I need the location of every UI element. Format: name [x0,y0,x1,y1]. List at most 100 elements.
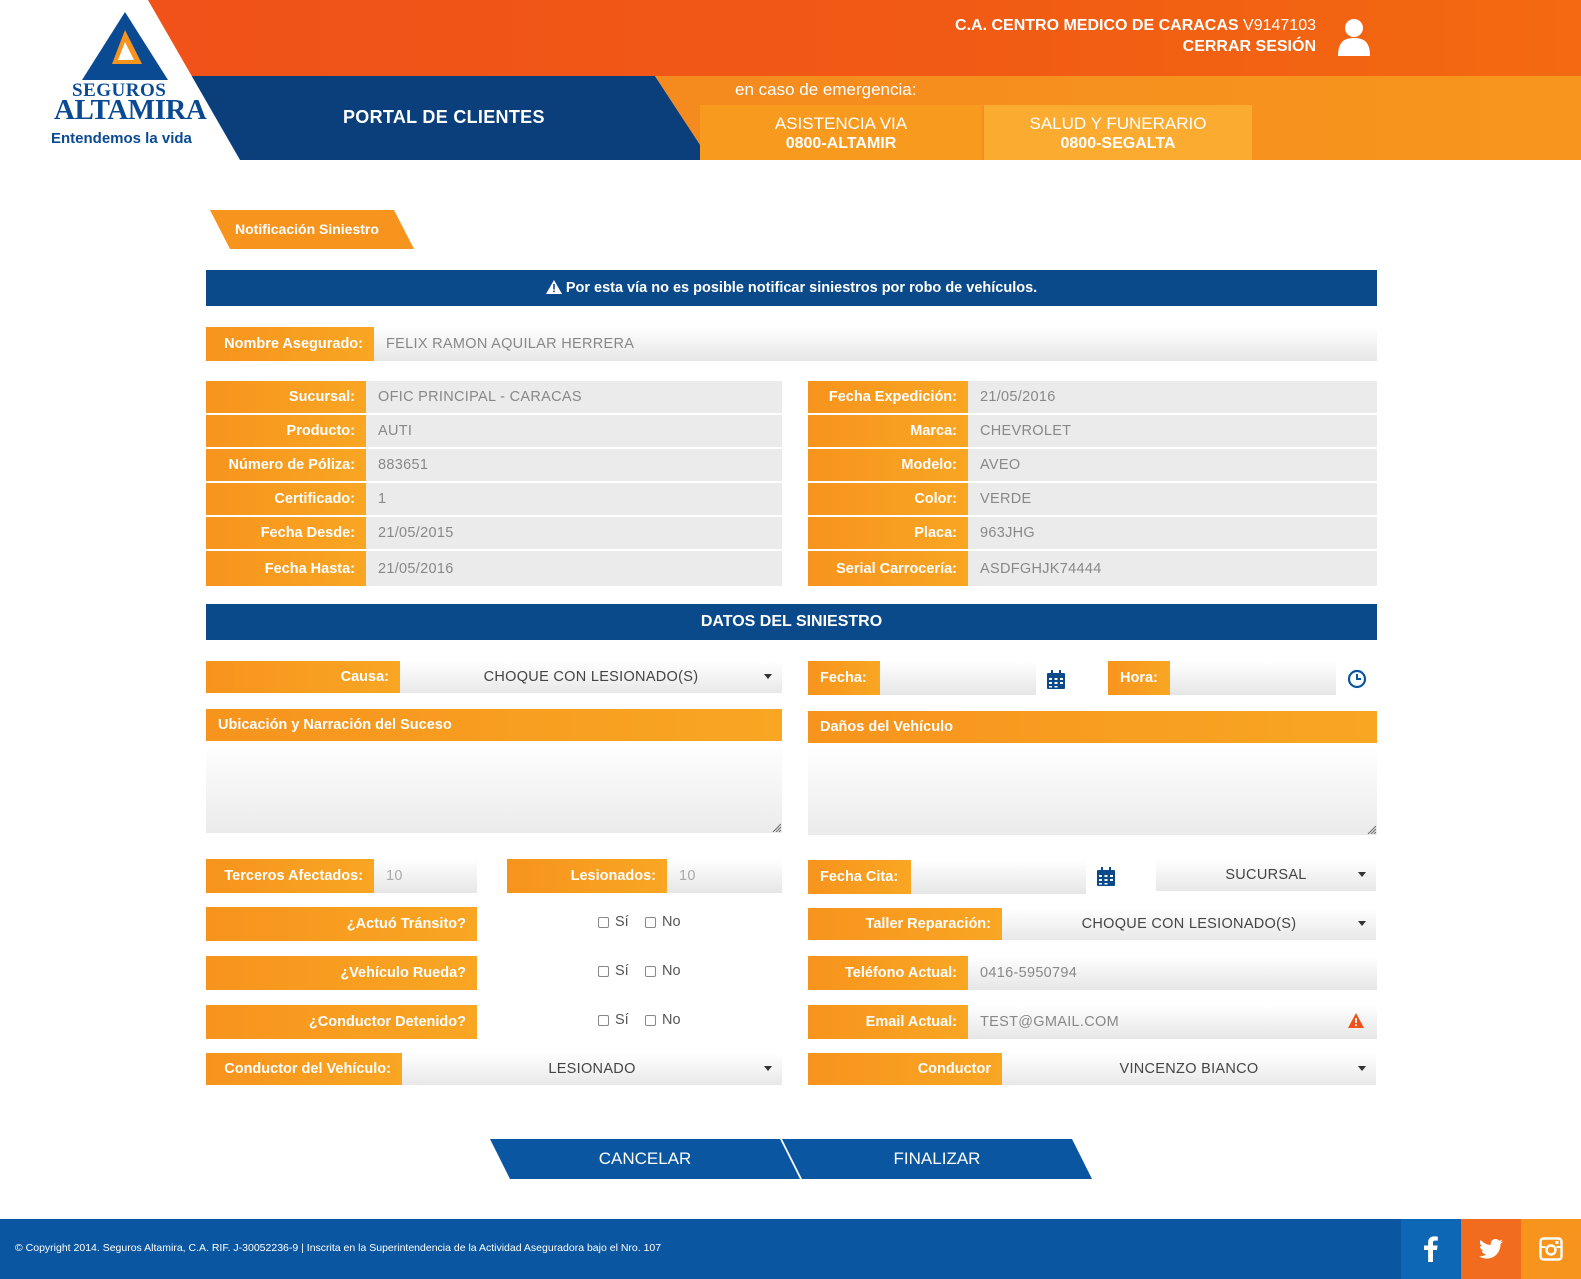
detenido-field: ¿Conductor Detenido? [206,1005,477,1039]
alert-icon [1348,1013,1364,1028]
emergency-name: ASISTENCIA VIA [774,114,908,133]
finish-button[interactable]: FINALIZAR [782,1139,1092,1179]
rueda-label: ¿Vehículo Rueda? [206,956,477,990]
fecha-cita-field: Fecha Cita: [808,860,1086,894]
danos-textarea[interactable] [808,743,1377,835]
hora-field: Hora: [1108,661,1336,695]
vehicle-row: Placa: 963JHG [808,517,1377,551]
copyright-text: © Copyright 2014. Seguros Altamira, C.A.… [15,1242,662,1254]
lesionados-input[interactable]: 10 [667,859,782,893]
chevron-down-icon [764,1066,772,1071]
policy-row: Producto: AUTI [206,415,782,449]
vehicle-row: Fecha Expedición: 21/05/2016 [808,381,1377,415]
rueda-no-checkbox[interactable]: No [645,963,681,979]
user-icon[interactable] [1338,18,1370,56]
causa-select[interactable]: CHOQUE CON LESIONADO(S) [400,661,782,693]
terceros-label: Terceros Afectados: [206,859,374,893]
section-title-datos-siniestro: DATOS DEL SINIESTRO [206,604,1377,640]
detenido-si-checkbox[interactable]: Sí [598,1012,629,1028]
calendar-icon[interactable] [1095,866,1117,888]
chevron-down-icon [1358,1066,1366,1071]
chevron-down-icon [764,674,772,679]
vehicle-value: VERDE [968,483,1377,515]
logout-link[interactable]: CERRAR SESIÓN [1183,38,1316,56]
logo-altamira-text: ALTAMIRA [54,94,207,126]
logo-tagline: Entendemos la vida [51,130,192,147]
checkbox-box[interactable] [598,965,609,977]
policy-value: 21/05/2015 [366,517,782,549]
causa-label: Causa: [206,661,400,693]
telefono-input[interactable]: 0416-5950794 [968,956,1377,990]
transito-field: ¿Actuó Tránsito? [206,907,477,941]
sucursal-select[interactable]: SUCURSAL [1156,859,1376,891]
policy-row: Número de Póliza: 883651 [206,449,782,483]
policy-row: Fecha Desde: 21/05/2015 [206,517,782,551]
warning-icon [545,280,562,294]
policy-label: Producto: [206,415,366,447]
terceros-input[interactable]: 10 [374,859,477,893]
conductor-field: Conductor VINCENZO BIANCO [808,1053,1376,1085]
tab-notificacion-siniestro[interactable]: Notificación Siniestro [210,210,414,249]
policy-value: AUTI [366,415,782,447]
twitter-link[interactable] [1461,1219,1521,1279]
twitter-icon [1479,1239,1503,1259]
clock-icon[interactable] [1346,668,1368,690]
footer: © Copyright 2014. Seguros Altamira, C.A.… [0,1219,1581,1279]
detenido-no-checkbox[interactable]: No [645,1012,681,1028]
rueda-si-checkbox[interactable]: Sí [598,963,629,979]
vehicle-value: CHEVROLET [968,415,1377,447]
hora-input[interactable] [1170,661,1336,695]
instagram-link[interactable] [1521,1219,1581,1279]
danos-label: Daños del Vehículo [808,711,1377,743]
policy-row: Fecha Hasta: 21/05/2016 [206,551,782,586]
checkbox-label: Sí [615,914,629,930]
policy-value: OFIC PRINCIPAL - CARACAS [366,381,782,413]
policy-label: Fecha Desde: [206,517,366,549]
emergency-label: en caso de emergencia: [735,80,917,99]
portal-title: PORTAL DE CLIENTES [343,107,545,127]
telefono-label: Teléfono Actual: [808,956,968,990]
taller-label: Taller Reparación: [808,908,1002,940]
vehicle-row: Serial Carrocería: ASDFGHJK74444 [808,551,1377,586]
cancel-button[interactable]: CANCELAR [490,1139,800,1179]
company-name: C.A. CENTRO MEDICO DE CARACAS V9147103 [955,17,1316,35]
terceros-field: Terceros Afectados: 10 [206,859,477,893]
emergency-asistencia-via[interactable]: ASISTENCIA VIA 0800-ALTAMIR [700,105,982,160]
emergency-salud-funerario[interactable]: SALUD Y FUNERARIO 0800-SEGALTA [984,105,1252,160]
emergency-name: SALUD Y FUNERARIO [1029,114,1207,133]
fecha-label: Fecha: [808,661,880,695]
checkbox-box[interactable] [645,1014,656,1026]
emergency-phone: 0800-SEGALTA [1060,135,1176,152]
email-input[interactable]: TEST@GMAIL.COM [968,1005,1377,1039]
hora-label: Hora: [1108,661,1170,695]
sucursal-select-box[interactable]: SUCURSAL [1156,859,1376,891]
checkbox-box[interactable] [598,916,609,928]
fecha-input[interactable] [880,661,1036,695]
vehicle-value: AVEO [968,449,1377,481]
vehicle-row: Marca: CHEVROLET [808,415,1377,449]
policy-row: Sucursal: OFIC PRINCIPAL - CARACAS [206,381,782,415]
calendar-icon[interactable] [1045,669,1067,691]
checkbox-label: No [662,1012,681,1028]
transito-no-checkbox[interactable]: No [645,914,681,930]
ubicacion-textarea[interactable] [206,741,782,833]
checkbox-box[interactable] [598,1014,609,1026]
taller-select-value: CHOQUE CON LESIONADO(S) [1081,916,1297,932]
taller-select[interactable]: CHOQUE CON LESIONADO(S) [1002,908,1376,940]
conductor-vehiculo-select[interactable]: LESIONADO [402,1053,782,1085]
conductor-select[interactable]: VINCENZO BIANCO [1002,1053,1376,1085]
facebook-link[interactable] [1401,1219,1461,1279]
fecha-field: Fecha: [808,661,1036,695]
warning-bar: Por esta vía no es posible notificar sin… [206,270,1377,306]
emergency-phone: 0800-ALTAMIR [785,135,897,152]
company-name-text: C.A. CENTRO MEDICO DE CARACAS [955,17,1239,34]
checkbox-box[interactable] [645,965,656,977]
facebook-icon [1424,1236,1438,1262]
logo-triangle-icon [82,12,168,80]
transito-si-checkbox[interactable]: Sí [598,914,629,930]
fecha-cita-input[interactable] [911,860,1086,894]
resize-handle-icon[interactable] [772,823,781,832]
company-rif: V9147103 [1243,17,1316,34]
checkbox-box[interactable] [645,916,656,928]
resize-handle-icon[interactable] [1367,825,1376,834]
